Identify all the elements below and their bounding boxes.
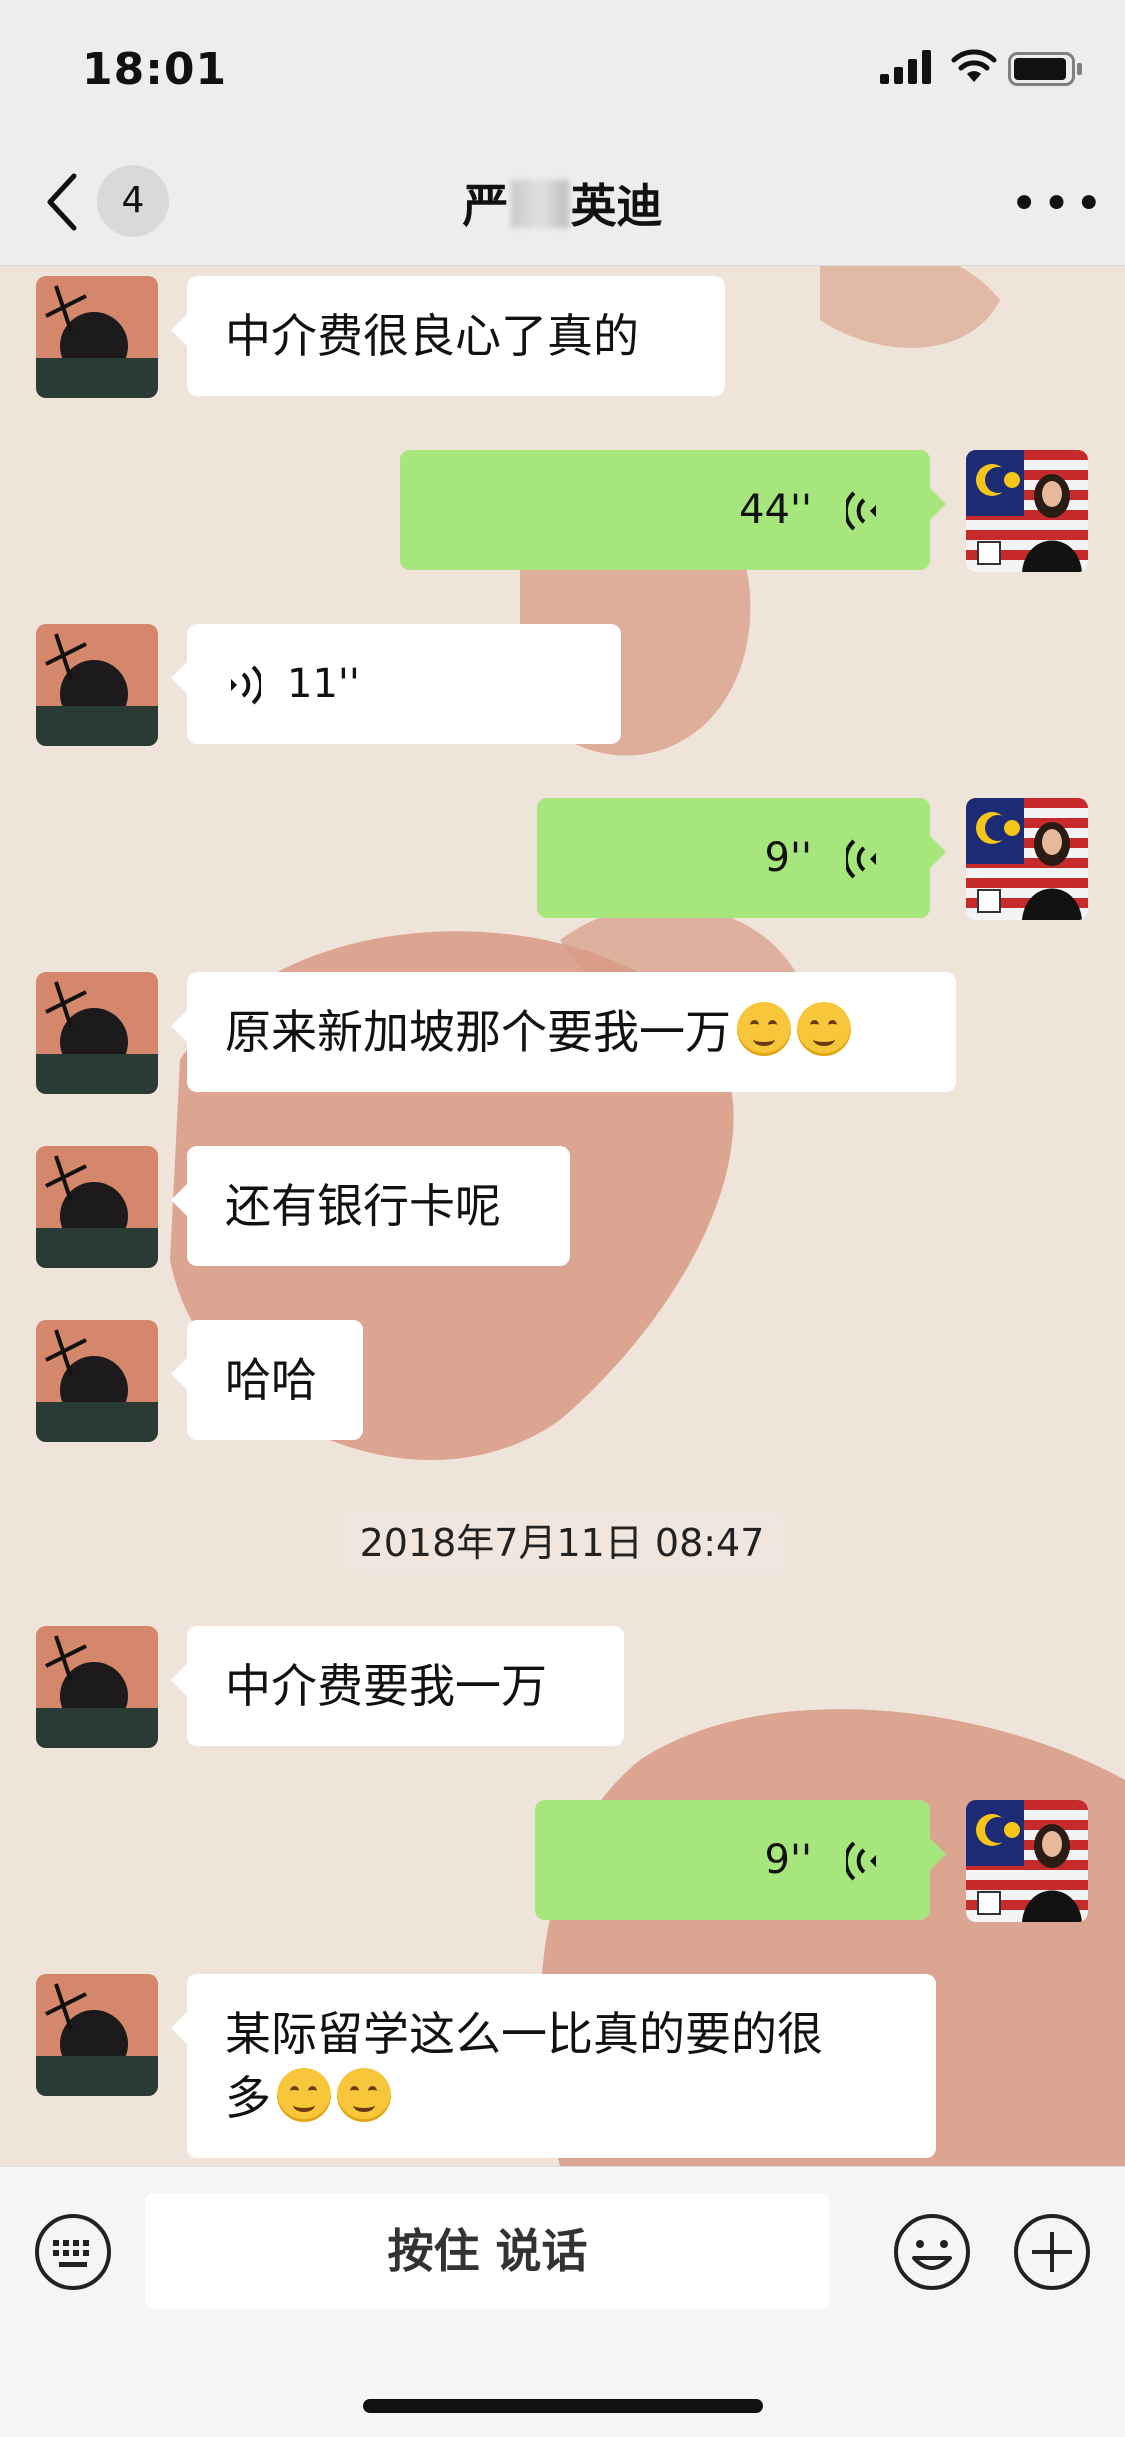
message-text: 中介费要我一万 [225,1659,547,1713]
voice-message-bubble[interactable]: 9'' [537,798,946,918]
home-indicator [363,2399,763,2413]
voice-wave-icon [846,839,876,879]
chat-header: 4 严英迪 ••• [0,140,1125,266]
flushed-smile-emoji-icon [797,1002,851,1056]
voice-duration: 9'' [764,1837,812,1883]
contact-avatar[interactable] [36,1626,158,1748]
voice-duration: 44'' [739,487,812,533]
message-text: 中介费很良心了真的 [225,309,639,363]
contact-avatar[interactable] [36,972,158,1094]
flushed-smile-emoji-icon [277,2068,331,2122]
my-avatar[interactable] [966,798,1088,920]
input-bar: 按住 说话 [0,2166,1125,2437]
hold-to-talk-button[interactable]: 按住 说话 [145,2193,830,2309]
flushed-smile-emoji-icon [737,1002,791,1056]
status-time: 18:01 [82,44,228,95]
message-bubble[interactable]: 哈哈 [171,1320,363,1440]
voice-message-bubble[interactable]: 44'' [400,450,946,570]
chat-title: 严 英迪 [0,170,1125,236]
more-functions-plus-icon[interactable] [1012,2212,1092,2292]
voice-duration: 9'' [764,835,812,881]
emoji-picker-icon[interactable] [892,2212,972,2292]
contact-avatar[interactable] [36,1974,158,2096]
message-text: 原来新加坡那个要我一万 [225,1005,731,1059]
keyboard-toggle-icon[interactable] [33,2212,113,2292]
voice-message-bubble[interactable]: 9'' [535,1800,946,1920]
voice-message-bubble[interactable]: 11'' [171,624,621,744]
my-avatar[interactable] [966,1800,1088,1922]
message-text-line-2: 多 [225,2066,823,2130]
title-part-right: 英迪 [570,179,663,233]
flushed-smile-emoji-icon [337,2068,391,2122]
message-text-line-1: 某际留学这么一比真的要的很 [225,2007,823,2061]
more-options-icon[interactable]: ••• [1010,180,1107,228]
message-text: 哈哈 [225,1353,317,1407]
message-bubble[interactable]: 还有银行卡呢 [171,1146,570,1266]
voice-wave-icon [231,665,261,705]
message-text: 还有银行卡呢 [225,1179,501,1233]
contact-avatar[interactable] [36,1146,158,1268]
message-bubble[interactable]: 中介费要我一万 [171,1626,624,1746]
message-bubble[interactable]: 某际留学这么一比真的要的很多 [171,1974,936,2158]
message-bubble[interactable]: 原来新加坡那个要我一万 [171,972,956,1092]
status-bar: 18:01 [0,0,1125,140]
message-bubble[interactable]: 中介费很良心了真的 [171,276,725,396]
voice-wave-icon [846,491,876,531]
cellular-signal-icon [880,50,931,84]
contact-avatar[interactable] [36,624,158,746]
message-text: 多 [225,2071,271,2125]
voice-duration: 11'' [287,661,360,707]
message-text-block: 某际留学这么一比真的要的很多 [225,2002,823,2130]
redacted-name-block [510,180,569,228]
contact-avatar[interactable] [36,1320,158,1442]
chat-timestamp: 2018年7月11日 08:47 [341,1512,783,1574]
wifi-icon [951,49,997,82]
title-part-left: 严 [462,179,509,233]
battery-icon [1008,52,1082,86]
contact-avatar[interactable] [36,276,158,398]
voice-wave-icon [846,1841,876,1881]
message-text-line: 原来新加坡那个要我一万 [225,1000,851,1064]
my-avatar[interactable] [966,450,1088,572]
